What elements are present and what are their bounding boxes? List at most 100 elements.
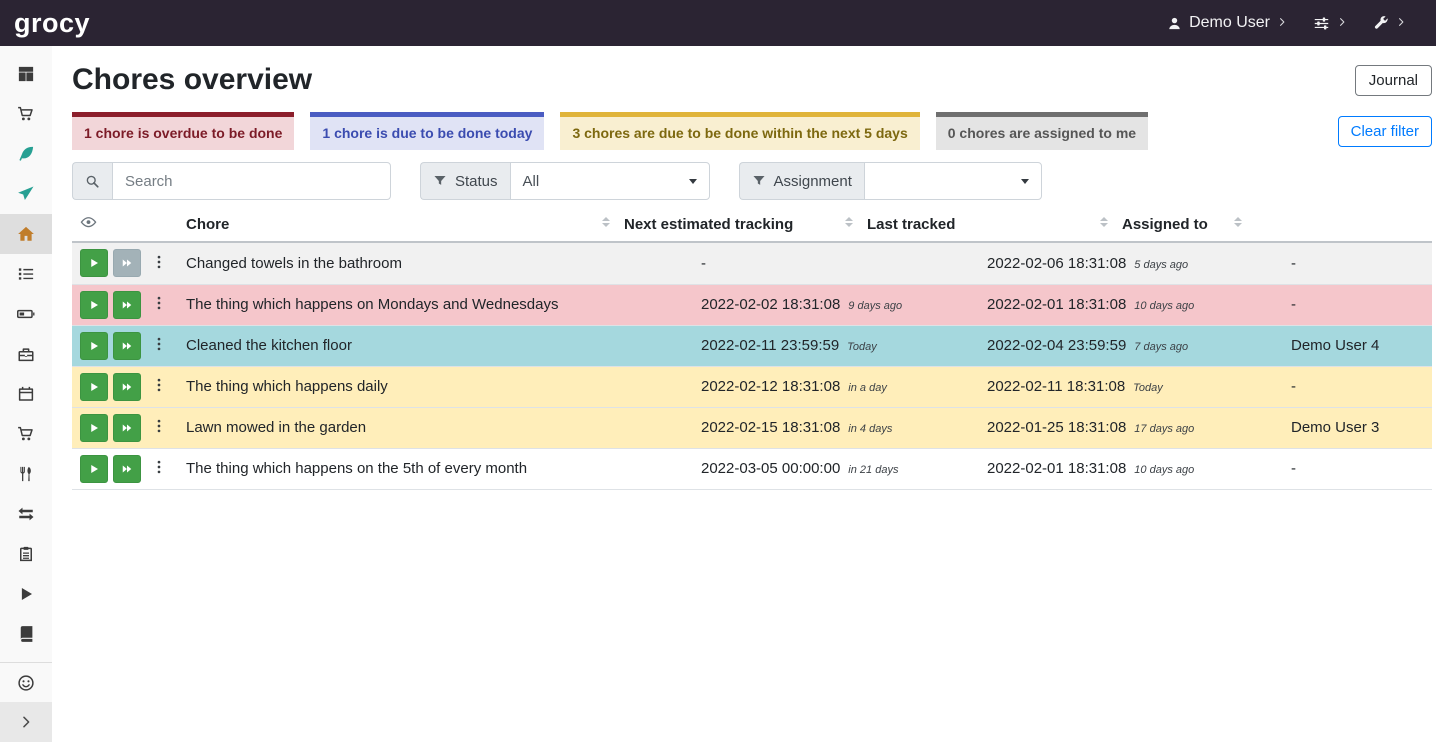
chore-name: The thing which happens daily xyxy=(178,366,693,407)
user-icon xyxy=(1167,16,1182,31)
assignment-filter-group: Assignment xyxy=(739,162,1042,200)
skip-chore-button[interactable] xyxy=(113,373,141,401)
sidebar-item-chores-overview[interactable] xyxy=(0,214,52,254)
sidebar-item-shopping-list[interactable] xyxy=(0,94,52,134)
clipboard-list-icon xyxy=(17,545,35,563)
ellipsis-vertical-icon xyxy=(151,336,167,352)
play-icon xyxy=(88,381,100,393)
skip-chore-button[interactable] xyxy=(113,455,141,483)
sidebar-collapse-button[interactable] xyxy=(0,702,52,742)
column-header-assigned-to[interactable]: Assigned to xyxy=(1114,208,1248,242)
wrench-icon xyxy=(1373,15,1389,31)
forward-icon xyxy=(121,340,133,352)
last-tracked-date: 2022-02-01 18:31:08 xyxy=(987,296,1126,313)
assigned-to: Demo User 3 xyxy=(1283,407,1432,448)
status-filter-group: Status All xyxy=(420,162,710,200)
sidebar xyxy=(0,46,52,742)
next-tracking-relative: Today xyxy=(847,341,877,353)
user-menu[interactable]: Demo User xyxy=(1167,14,1287,32)
assigned-to: - xyxy=(1283,243,1432,284)
app-logo[interactable]: grocy xyxy=(14,10,90,37)
play-icon xyxy=(17,585,35,603)
next-tracking-date: 2022-02-15 18:31:08 xyxy=(701,419,840,436)
sort-icon xyxy=(1100,217,1108,227)
ribbon-due-today[interactable]: 1 chore is due to be done today xyxy=(310,112,544,150)
skip-chore-button[interactable] xyxy=(113,291,141,319)
home-icon xyxy=(17,225,35,243)
shopping-cart-icon xyxy=(17,105,35,123)
sidebar-item-consume[interactable] xyxy=(0,454,52,494)
row-menu-button[interactable] xyxy=(148,336,170,355)
sidebar-item-chore-tracking[interactable] xyxy=(0,574,52,614)
sidebar-item-grid[interactable] xyxy=(0,54,52,94)
sidebar-item-batteries[interactable] xyxy=(0,294,52,334)
table-row: The thing which happens on the 5th of ev… xyxy=(72,448,1432,489)
track-chore-button[interactable] xyxy=(80,373,108,401)
sidebar-item-purchase[interactable] xyxy=(0,414,52,454)
ribbon-due-soon[interactable]: 3 chores are due to be done within the n… xyxy=(560,112,919,150)
settings-menu[interactable] xyxy=(1373,14,1406,32)
track-chore-button[interactable] xyxy=(80,414,108,442)
track-chore-button[interactable] xyxy=(80,249,108,277)
column-header-last-tracked[interactable]: Last tracked xyxy=(859,208,1114,242)
row-menu-button[interactable] xyxy=(148,295,170,314)
clear-filter-button[interactable]: Clear filter xyxy=(1338,116,1432,147)
sidebar-item-equipment[interactable] xyxy=(0,334,52,374)
row-menu-button[interactable] xyxy=(148,459,170,478)
row-menu-button[interactable] xyxy=(148,418,170,437)
paper-plane-icon xyxy=(17,185,35,203)
ribbon-assigned-to-me[interactable]: 0 chores are assigned to me xyxy=(936,112,1148,150)
track-chore-button[interactable] xyxy=(80,332,108,360)
search-icon-box xyxy=(72,162,112,200)
last-tracked-relative: 5 days ago xyxy=(1134,259,1188,271)
battery-icon xyxy=(17,305,35,323)
track-chore-button[interactable] xyxy=(80,291,108,319)
forward-icon xyxy=(121,381,133,393)
status-select[interactable]: All xyxy=(510,162,710,200)
track-chore-button[interactable] xyxy=(80,455,108,483)
next-tracking-relative: in 21 days xyxy=(848,464,898,476)
topbar: grocy Demo User xyxy=(0,0,1436,46)
journal-button[interactable]: Journal xyxy=(1355,65,1432,96)
column-visibility-header[interactable] xyxy=(72,208,178,242)
status-ribbons: 1 chore is overdue to be done 1 chore is… xyxy=(72,112,1432,150)
sidebar-item-journal[interactable] xyxy=(0,614,52,654)
skip-chore-button[interactable] xyxy=(113,332,141,360)
search-input[interactable] xyxy=(112,162,391,200)
topbar-menus: Demo User xyxy=(1167,14,1406,32)
user-menu-label: Demo User xyxy=(1189,14,1270,32)
sidebar-item-paper-plane[interactable] xyxy=(0,174,52,214)
sidebar-item-inventory[interactable] xyxy=(0,534,52,574)
manage-data-menu[interactable] xyxy=(1313,14,1347,32)
last-tracked-date: 2022-02-11 18:31:08 xyxy=(987,378,1125,395)
next-tracking-relative: 9 days ago xyxy=(848,300,902,312)
next-tracking-date: 2022-02-02 18:31:08 xyxy=(701,296,840,313)
sidebar-item-calendar[interactable] xyxy=(0,374,52,414)
sidebar-item-transfer[interactable] xyxy=(0,494,52,534)
chores-table: Chore Next estimated tracking Last track… xyxy=(72,208,1432,490)
sidebar-item-feedback[interactable] xyxy=(0,662,52,702)
play-icon xyxy=(88,422,100,434)
skip-chore-button[interactable] xyxy=(113,414,141,442)
sidebar-item-feather[interactable] xyxy=(0,134,52,174)
column-header-next-estimated-tracking[interactable]: Next estimated tracking xyxy=(616,208,859,242)
sort-icon xyxy=(1234,217,1242,227)
calendar-icon xyxy=(17,385,35,403)
chevron-right-icon xyxy=(19,715,33,729)
chore-name: The thing which happens on Mondays and W… xyxy=(178,284,693,325)
feather-icon xyxy=(17,145,35,163)
assignment-select[interactable] xyxy=(864,162,1042,200)
last-tracked-relative: 10 days ago xyxy=(1134,464,1194,476)
ribbon-overdue[interactable]: 1 chore is overdue to be done xyxy=(72,112,294,150)
assigned-to: - xyxy=(1283,448,1432,489)
sidebar-item-tasks[interactable] xyxy=(0,254,52,294)
row-menu-button[interactable] xyxy=(148,254,170,273)
search-group xyxy=(72,162,391,200)
utensils-icon xyxy=(17,465,35,483)
skip-chore-button[interactable] xyxy=(113,249,141,277)
filter-row: Status All Assignment xyxy=(72,162,1432,200)
row-menu-button[interactable] xyxy=(148,377,170,396)
sliders-icon xyxy=(1313,15,1330,32)
column-header-chore[interactable]: Chore xyxy=(178,208,616,242)
last-tracked-date: 2022-02-04 23:59:59 xyxy=(987,337,1126,354)
